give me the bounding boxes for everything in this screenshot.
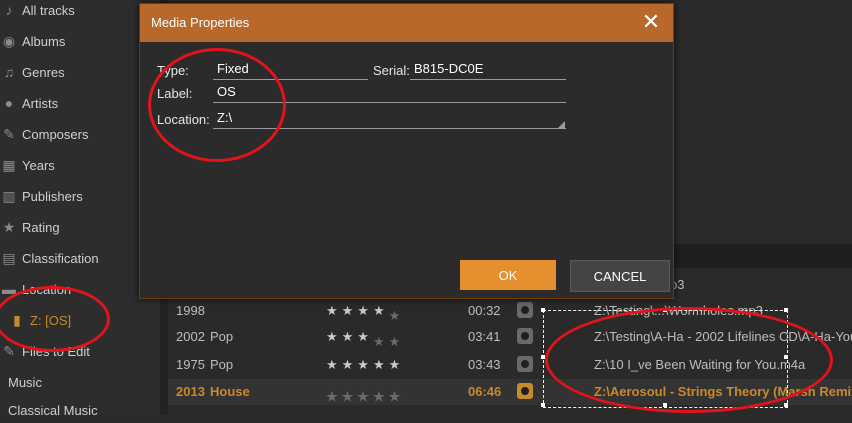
time-cell: 03:41 — [468, 329, 501, 344]
sidebar-item-label: Z: [OS] — [30, 312, 72, 328]
sidebar-item-label: Artists — [22, 95, 59, 111]
genres-icon: ♫ — [3, 64, 15, 80]
path-cell: Z:\10 I_ve Been Waiting for You.m4a — [594, 357, 806, 372]
edit-icon: ✎ — [3, 343, 15, 359]
sidebar-item-label: Classification — [22, 250, 99, 266]
sidebar-item-label: Composers — [22, 126, 89, 142]
sidebar-item-classification[interactable]: ▤ Classification — [0, 245, 99, 271]
location-label: Location: — [157, 112, 210, 127]
grid-icon: ▤ — [2, 250, 16, 266]
table-row[interactable]: 1998 ★★★★ ★ 00:32 Z:\Testing\...\Wormhole… — [168, 298, 852, 324]
selection-handle[interactable] — [784, 403, 788, 407]
selection-handle[interactable] — [663, 403, 667, 407]
sidebar-item-all-tracks[interactable]: ♪ All tracks — [0, 0, 75, 23]
serial-field: B815-DC0E — [410, 61, 566, 80]
sidebar-item-location[interactable]: ▬ Location — [0, 276, 71, 302]
selection-handle[interactable] — [784, 355, 788, 359]
composer-icon: ✎ — [3, 126, 15, 142]
dialog-title-bar[interactable]: Media Properties ✕ — [140, 4, 673, 42]
selection-handle[interactable] — [541, 355, 545, 359]
disc-status-icon — [517, 302, 533, 318]
year-cell: 2002 — [176, 329, 205, 344]
genre-cell: House — [210, 384, 250, 399]
disc-status-icon — [517, 356, 533, 372]
person-icon: ● — [4, 95, 14, 111]
sidebar-item-label: Years — [22, 157, 55, 173]
rating-stars[interactable]: ★★★★★ — [326, 329, 400, 349]
type-label: Type: — [157, 63, 189, 78]
serial-label: Serial: — [373, 63, 410, 78]
sidebar-item-years[interactable]: ▦ Years — [0, 152, 55, 178]
year-cell: 2013 — [176, 384, 205, 399]
sidebar-item-label: Genres — [22, 64, 65, 80]
media-properties-dialog: Media Properties ✕ Type: Fixed Serial: B… — [139, 3, 674, 299]
path-cell: Z:\Testing\A-Ha - 2002 Lifelines CD\A-Ha… — [594, 329, 852, 344]
music-note-icon: ♪ — [5, 2, 13, 18]
table-row[interactable]: 1975 Pop ★★★★★ 03:43 Z:\10 I_ve Been Wai… — [168, 352, 852, 378]
dialog-title: Media Properties — [151, 15, 250, 30]
sidebar-item-publishers[interactable]: ▥ Publishers — [0, 183, 83, 209]
label-label: Label: — [157, 86, 193, 101]
table-row-now-playing[interactable]: 2013 House ★★★★★ 06:46 Z:\Aerosoul - Str… — [168, 379, 852, 405]
label-field[interactable]: OS — [213, 84, 566, 103]
disc-status-icon — [517, 383, 533, 399]
sidebar-item-composers[interactable]: ✎ Composers — [0, 121, 88, 147]
sidebar-item-albums[interactable]: ◉ Albums — [0, 28, 65, 54]
sidebar-item-label: Classical Music — [8, 402, 98, 418]
sidebar-item-label: Albums — [22, 33, 66, 49]
disc-status-icon — [517, 328, 533, 344]
year-cell: 1998 — [176, 303, 205, 318]
selection-handle[interactable] — [663, 308, 667, 312]
sidebar: ♪ All tracks ◉ Albums ♫ Genres ● Artists… — [0, 0, 160, 418]
selection-handle[interactable] — [541, 308, 545, 312]
disc-icon: ◉ — [2, 33, 16, 49]
ok-button[interactable]: OK — [460, 260, 556, 290]
type-field: Fixed — [213, 61, 368, 80]
resize-grip-icon[interactable] — [558, 121, 565, 128]
star-icon: ★ — [2, 219, 16, 235]
sidebar-item-label: Rating — [22, 219, 60, 235]
calendar-icon: ▦ — [2, 157, 16, 173]
genre-cell: Pop — [210, 357, 234, 372]
path-cell: Z:\Testing\...\Wormholes.mp3 — [594, 303, 763, 318]
sidebar-item-genres[interactable]: ♫ Genres — [0, 59, 65, 85]
time-cell: 06:46 — [468, 384, 502, 399]
time-cell: 00:32 — [468, 303, 501, 318]
sidebar-item-files-to-edit[interactable]: ✎ Files to Edit — [0, 338, 90, 364]
path-cell: p3 — [670, 277, 685, 292]
time-cell: 03:43 — [468, 357, 501, 372]
close-icon[interactable]: ✕ — [639, 10, 663, 34]
table-row[interactable]: 2002 Pop ★★★ ★★ 03:41 Z:\Testing\A-Ha - 2… — [168, 324, 852, 350]
rating-stars[interactable]: ★★★★★ — [326, 357, 404, 373]
genre-cell: Pop — [210, 329, 234, 344]
folder-icon: ▬ — [2, 281, 16, 297]
sidebar-item-classical-music[interactable]: Classical Music — [0, 397, 98, 423]
building-icon: ▥ — [2, 188, 16, 204]
path-cell: Z:\Aerosoul - Strings Theory (Marsh Remi… — [594, 384, 852, 399]
selection-handle[interactable] — [784, 308, 788, 312]
year-cell: 1975 — [176, 357, 205, 372]
sidebar-item-label: Music — [8, 374, 42, 390]
sidebar-item-drive-os[interactable]: ▮ Z: [OS] — [8, 307, 71, 333]
sidebar-item-label: Publishers — [22, 188, 83, 204]
selection-handle[interactable] — [541, 403, 545, 407]
cancel-button[interactable]: CANCEL — [570, 260, 670, 292]
sidebar-item-artists[interactable]: ● Artists — [0, 90, 58, 116]
sidebar-item-label: Location — [22, 281, 72, 297]
sidebar-item-rating[interactable]: ★ Rating — [0, 214, 60, 240]
sidebar-item-label: All tracks — [22, 2, 75, 18]
rating-stars[interactable]: ★★★★★ — [326, 303, 400, 323]
sidebar-item-label: Files to Edit — [22, 343, 90, 359]
location-field[interactable]: Z:\ — [213, 110, 566, 129]
drive-icon: ▮ — [13, 312, 21, 328]
sidebar-item-music[interactable]: Music — [0, 369, 42, 395]
